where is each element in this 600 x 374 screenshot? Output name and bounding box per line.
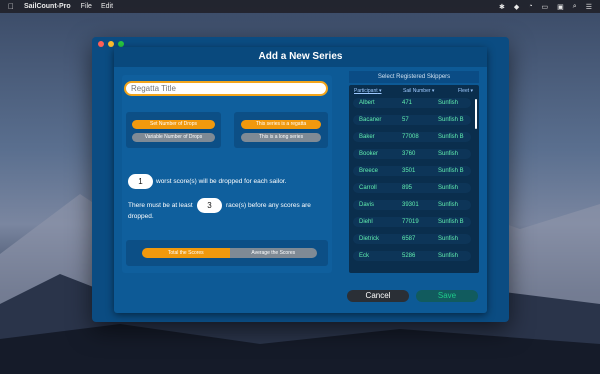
- drops-count-field[interactable]: 1: [128, 174, 153, 189]
- add-series-sheet: Add a New Series Set Number of Drops Var…: [114, 47, 487, 313]
- cell-participant: Davis: [359, 202, 375, 208]
- min-races-label-pre: There must be at least: [128, 202, 193, 209]
- wifi-icon[interactable]: ◔: [528, 3, 532, 10]
- cell-participant: Breece: [359, 168, 379, 174]
- app-window: Add a New Series Set Number of Drops Var…: [92, 37, 509, 322]
- status-area: ✱ ◆ ◔ ▭ ▣ ⌕ ☰: [499, 0, 592, 13]
- dropbox-icon[interactable]: ◆: [514, 3, 519, 11]
- long-series-button[interactable]: This is a long series: [241, 133, 321, 142]
- regatta-series-button[interactable]: This series is a regatta: [241, 120, 321, 129]
- table-row[interactable]: Albert 471 Sunfish: [353, 98, 471, 108]
- drops-mode-group: Set Number of Drops Variable Number of D…: [126, 112, 221, 148]
- drops-description: worst score(s) will be dropped for each …: [156, 178, 287, 185]
- menu-edit[interactable]: Edit: [101, 3, 113, 10]
- series-settings-panel: Set Number of Drops Variable Number of D…: [122, 75, 332, 273]
- table-row[interactable]: Dietrick 6587 Sunfish: [353, 234, 471, 244]
- cell-fleet: Sunfish B: [438, 134, 464, 140]
- skippers-panel: Select Registered Skippers Participant ▾…: [339, 71, 479, 273]
- cell-sail-number: 39301: [402, 202, 419, 208]
- sheet-title: Add a New Series: [114, 47, 487, 67]
- close-window-button[interactable]: [98, 41, 104, 47]
- cell-sail-number: 77019: [402, 219, 419, 225]
- spotlight-icon[interactable]: ⌕: [573, 3, 577, 11]
- cell-fleet: Sunfish: [438, 202, 459, 208]
- control-center-icon[interactable]: ☰: [586, 3, 592, 11]
- cell-sail-number: 3501: [402, 168, 416, 174]
- cell-participant: Baker: [359, 134, 375, 140]
- skippers-scrollbar[interactable]: [475, 99, 477, 129]
- col-participant[interactable]: Participant ▾: [354, 88, 382, 94]
- average-scores-segment[interactable]: Average the Scores: [229, 248, 317, 258]
- menu-file[interactable]: File: [81, 3, 92, 10]
- save-button[interactable]: Save: [416, 290, 478, 302]
- cell-sail-number: 6587: [402, 236, 416, 242]
- skippers-table[interactable]: Participant ▾ Sail Number ▾ Fleet ▾ Albe…: [349, 85, 479, 273]
- cell-sail-number: 57: [402, 117, 409, 123]
- col-fleet-label: Fleet: [458, 88, 470, 94]
- cell-fleet: Sunfish: [438, 253, 459, 259]
- cell-participant: Eck: [359, 253, 370, 259]
- skippers-header: Select Registered Skippers: [349, 71, 479, 83]
- apple-menu-icon[interactable]: : [8, 2, 14, 11]
- display-icon[interactable]: ▣: [557, 3, 564, 11]
- cell-fleet: Sunfish B: [438, 117, 464, 123]
- table-row[interactable]: Diehl 77019 Sunfish B: [353, 217, 471, 227]
- regatta-title-input[interactable]: [124, 81, 328, 96]
- table-row[interactable]: Eck 5286 Sunfish: [353, 251, 471, 261]
- menu-bar:  SailCount-Pro File Edit ✱ ◆ ◔ ▭ ▣ ⌕ ☰: [0, 0, 600, 13]
- airplay-icon[interactable]: ▭: [542, 3, 549, 11]
- cell-sail-number: 5286: [402, 253, 416, 259]
- min-races-label-post-2: dropped.: [128, 213, 154, 220]
- variable-number-of-drops-button[interactable]: Variable Number of Drops: [132, 133, 215, 142]
- table-row[interactable]: Davis 39301 Sunfish: [353, 200, 471, 210]
- table-row[interactable]: Baker 77008 Sunfish B: [353, 132, 471, 142]
- table-row[interactable]: Booker 3760 Sunfish: [353, 149, 471, 159]
- cell-fleet: Sunfish B: [438, 219, 464, 225]
- table-row[interactable]: Carroll 895 Sunfish: [353, 183, 471, 193]
- col-sail-number[interactable]: Sail Number ▾: [403, 88, 434, 94]
- cell-sail-number: 77008: [402, 134, 419, 140]
- cell-participant: Bacaner: [359, 117, 382, 123]
- cell-sail-number: 3760: [402, 151, 416, 157]
- cell-participant: Dietrick: [359, 236, 380, 242]
- bluetooth-icon[interactable]: ✱: [499, 3, 505, 11]
- cell-fleet: Sunfish: [438, 100, 459, 106]
- table-row[interactable]: Breece 3501 Sunfish B: [353, 166, 471, 176]
- series-type-group: This series is a regatta This is a long …: [234, 112, 328, 148]
- cell-fleet: Sunfish B: [438, 168, 464, 174]
- col-sail-number-label: Sail Number: [403, 88, 431, 94]
- cell-participant: Booker: [359, 151, 379, 157]
- col-participant-label: Participant: [354, 88, 378, 94]
- cell-fleet: Sunfish: [438, 151, 459, 157]
- min-races-count-field[interactable]: 3: [197, 198, 222, 213]
- cancel-button[interactable]: Cancel: [347, 290, 409, 302]
- cell-sail-number: 471: [402, 100, 413, 106]
- min-races-label-post: race(s) before any scores are: [226, 202, 311, 209]
- score-mode-segmented-control: Total the Scores Average the Scores: [142, 248, 317, 258]
- col-fleet[interactable]: Fleet ▾: [458, 88, 473, 94]
- cell-participant: Albert: [359, 100, 375, 106]
- cell-participant: Carroll: [359, 185, 377, 191]
- cell-sail-number: 895: [402, 185, 413, 191]
- cell-fleet: Sunfish: [438, 236, 459, 242]
- set-number-of-drops-button[interactable]: Set Number of Drops: [132, 120, 215, 129]
- cell-fleet: Sunfish: [438, 185, 459, 191]
- app-menu[interactable]: SailCount-Pro: [24, 3, 71, 10]
- cell-participant: Diehl: [359, 219, 373, 225]
- total-scores-segment[interactable]: Total the Scores: [142, 248, 230, 258]
- table-row[interactable]: Bacaner 57 Sunfish B: [353, 115, 471, 125]
